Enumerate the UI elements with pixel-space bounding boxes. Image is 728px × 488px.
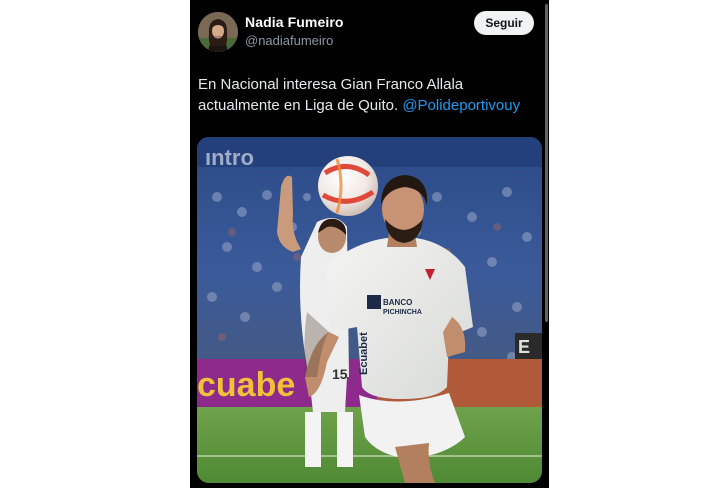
scrollbar[interactable] <box>545 4 548 322</box>
sponsor-text: BANCO <box>383 298 412 307</box>
author-handle[interactable]: @nadiafumeiro <box>245 33 333 48</box>
avatar[interactable] <box>198 12 238 52</box>
author-display-name[interactable]: Nadia Fumeiro <box>245 14 344 30</box>
avatar-photo-icon <box>198 12 238 52</box>
football-player-photo: ıntro cuabe E 15 BANCO PICHINCHA Ecuabet <box>197 137 542 483</box>
ad-board-text: cuabe <box>197 366 295 404</box>
tweet-text: En Nacional interesa Gian Franco Allala … <box>198 74 538 116</box>
football-ball <box>318 156 378 216</box>
corner-sign-text: E <box>518 337 530 357</box>
tweet-media-image[interactable]: ıntro cuabe E 15 BANCO PICHINCHA Ecuabet <box>197 137 542 483</box>
player-number-text: 15 <box>332 366 348 382</box>
follow-button[interactable]: Seguir <box>474 11 534 35</box>
sleeve-sponsor-text: Ecuabet <box>358 332 370 375</box>
stadium-sign-text: ıntro <box>205 145 254 170</box>
mention-link[interactable]: @Polideportivouy <box>402 97 520 114</box>
page: Nadia Fumeiro @nadiafumeiro Seguir En Na… <box>0 0 728 488</box>
tweet-card: Nadia Fumeiro @nadiafumeiro Seguir En Na… <box>190 0 549 488</box>
sponsor-text-2: PICHINCHA <box>383 309 422 316</box>
